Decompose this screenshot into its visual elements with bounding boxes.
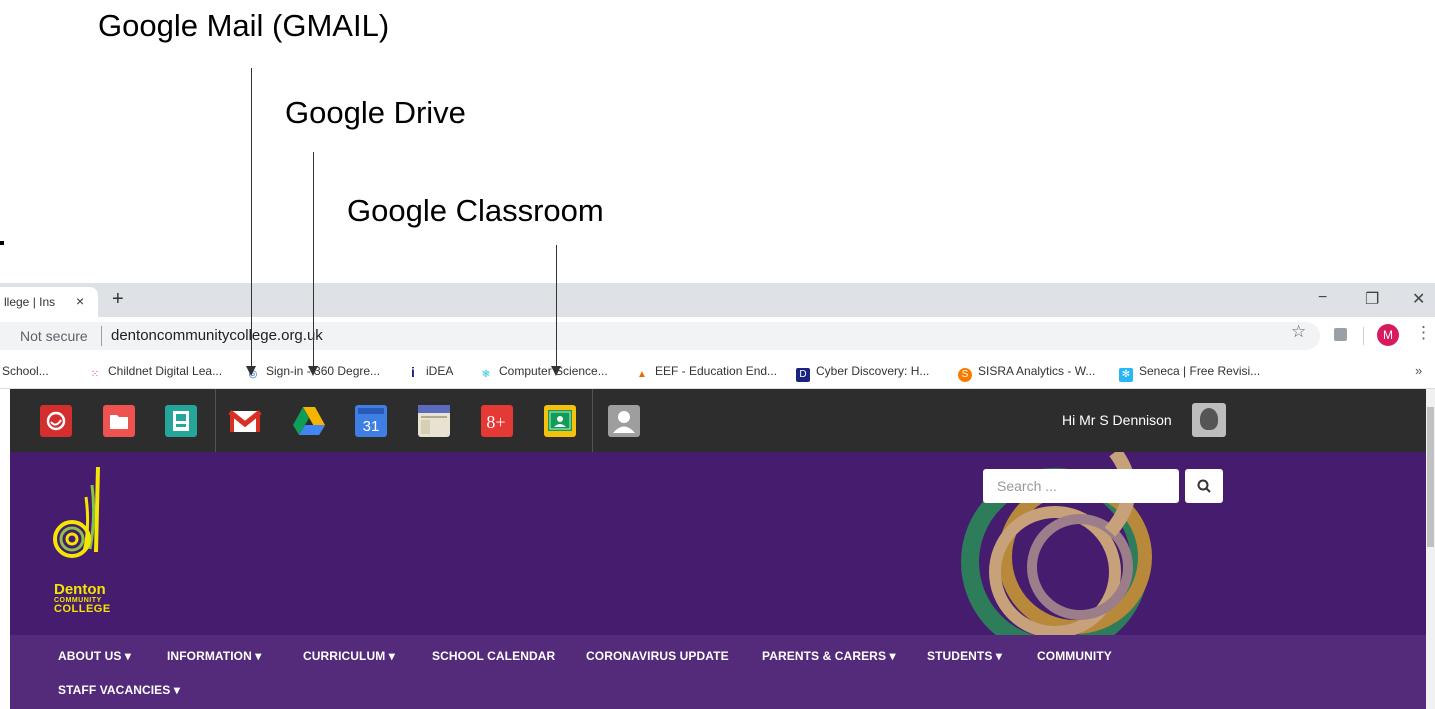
- main-navigation: ABOUT US ▾ INFORMATION ▾ CURRICULUM ▾ SC…: [10, 635, 1426, 709]
- folder-icon[interactable]: [103, 405, 135, 437]
- gmail-arrow-line: [251, 68, 252, 366]
- bookmark-label: Seneca | Free Revisi...: [1139, 364, 1261, 378]
- user-avatar[interactable]: [1192, 403, 1226, 437]
- close-window-button[interactable]: ✕: [1412, 289, 1425, 309]
- website-viewport: 31 8+ Hi Mr S Dennison Search ... Denton…: [0, 389, 1435, 709]
- annotation-gmail-label: Google Mail (GMAIL): [98, 8, 390, 43]
- page-scrollbar[interactable]: [1426, 389, 1435, 709]
- user-greeting: Hi Mr S Dennison: [1062, 412, 1172, 428]
- hero-banner: Search ... Denton COMMUNITY COLLEGE: [10, 452, 1426, 635]
- scrollbar-thumb[interactable]: [1427, 407, 1434, 547]
- nav-students[interactable]: STUDENTS ▾: [927, 649, 1002, 663]
- bookmark-label: SISRA Analytics - W...: [978, 364, 1096, 378]
- bookmarks-overflow-button[interactable]: »: [1415, 363, 1422, 378]
- svg-text:31: 31: [363, 418, 380, 435]
- classroom-icon[interactable]: [544, 405, 576, 437]
- brain-icon: ❃: [481, 369, 491, 380]
- sites-icon[interactable]: [165, 405, 197, 437]
- user-icon[interactable]: [608, 405, 640, 437]
- menu-kebab-icon[interactable]: ⋮: [1415, 323, 1432, 343]
- nav-curriculum[interactable]: CURRICULUM ▾: [303, 649, 395, 663]
- apps-divider: [215, 389, 216, 452]
- nav-staff-vacancies[interactable]: STAFF VACANCIES ▾: [58, 683, 180, 697]
- snowflake-icon: ✻: [1119, 368, 1133, 382]
- bookmark-cyber-discovery[interactable]: D Cyber Discovery: H...: [796, 364, 929, 382]
- nav-school-calendar[interactable]: SCHOOL CALENDAR: [432, 649, 555, 663]
- d-icon: D: [796, 368, 810, 382]
- bookmark-label: EEF - Education End...: [655, 364, 778, 378]
- browser-tab-strip: llege | Ins × + − ❐ ✕: [0, 283, 1435, 317]
- nav-coronavirus-update[interactable]: CORONAVIRUS UPDATE: [586, 649, 729, 663]
- bookmark-seneca[interactable]: ✻ Seneca | Free Revisi...: [1119, 364, 1260, 382]
- annotation-drive-label: Google Drive: [285, 95, 466, 130]
- stray-dot: [0, 241, 4, 245]
- classroom-arrow-line: [556, 245, 557, 366]
- address-bar[interactable]: Not secure dentoncommunitycollege.org.uk: [0, 322, 1320, 350]
- browser-toolbar: Not secure dentoncommunitycollege.org.uk…: [0, 317, 1435, 355]
- search-icon: [1197, 479, 1211, 493]
- minimize-button[interactable]: −: [1318, 289, 1327, 307]
- bookmark-label: iDEA: [426, 364, 454, 378]
- grid-icon: ⁙: [90, 369, 100, 380]
- profile-avatar[interactable]: M: [1377, 324, 1399, 346]
- tab-title: llege | Ins: [4, 295, 56, 309]
- calendar-icon[interactable]: 31: [355, 405, 387, 437]
- triangle-icon: ▲: [637, 369, 647, 380]
- new-tab-button[interactable]: +: [112, 288, 124, 311]
- s-icon: S: [958, 368, 972, 382]
- info-icon: i: [411, 364, 415, 380]
- bookmark-label: Childnet Digital Lea...: [108, 364, 223, 378]
- drive-icon[interactable]: [291, 405, 325, 437]
- search-placeholder: Search ...: [997, 478, 1057, 494]
- logo-line-college: COLLEGE: [54, 603, 111, 615]
- google-plus-icon[interactable]: 8+: [481, 405, 513, 437]
- bookmark-sisra[interactable]: S SISRA Analytics - W...: [958, 364, 1095, 382]
- google-apps-bar: 31 8+ Hi Mr S Dennison: [10, 389, 1426, 452]
- college-logo-text: Denton COMMUNITY COLLEGE: [54, 582, 111, 615]
- bookmark-eef[interactable]: ▲ EEF - Education End...: [635, 364, 777, 382]
- nav-information[interactable]: INFORMATION ▾: [167, 649, 261, 663]
- drive-arrow-line: [313, 152, 314, 366]
- nav-parents-carers[interactable]: PARENTS & CARERS ▾: [762, 649, 896, 663]
- nav-about-us[interactable]: ABOUT US ▾: [58, 649, 131, 663]
- bookmarks-bar: School... ⁙ Childnet Digital Lea... ◎ Sign…: [0, 355, 1435, 389]
- bookmark-label: School...: [2, 364, 49, 378]
- bookmark-childnet[interactable]: ⁙ Childnet Digital Lea...: [88, 364, 222, 382]
- tab-close-icon[interactable]: ×: [76, 293, 84, 309]
- bookmark-school[interactable]: School...: [2, 364, 49, 378]
- logo-line-denton: Denton: [54, 581, 106, 598]
- bookmark-star-icon[interactable]: ☆: [1291, 322, 1306, 342]
- security-indicator[interactable]: Not secure: [20, 328, 88, 344]
- address-separator: [101, 326, 102, 346]
- bookmark-label: Sign-in - 360 Degre...: [266, 364, 381, 378]
- drive-arrow-head: [308, 366, 318, 376]
- svg-text:8+: 8+: [486, 412, 505, 432]
- toolbar-separator: [1363, 327, 1364, 345]
- nav-community[interactable]: COMMUNITY: [1037, 649, 1112, 663]
- annotation-classroom-label: Google Classroom: [347, 193, 604, 228]
- apps-divider: [592, 389, 593, 452]
- extension-icon[interactable]: [1334, 328, 1347, 341]
- url-text[interactable]: dentoncommunitycollege.org.uk: [111, 327, 323, 344]
- search-input[interactable]: Search ...: [983, 469, 1179, 503]
- browser-tab[interactable]: llege | Ins ×: [0, 287, 98, 317]
- gmail-icon[interactable]: [228, 405, 262, 437]
- restore-button[interactable]: ❐: [1365, 289, 1379, 309]
- bookmark-idea[interactable]: i iDEA: [406, 364, 453, 379]
- browser-window-icon[interactable]: [418, 405, 450, 437]
- gmail-arrow-head: [246, 366, 256, 376]
- college-logo-icon: [53, 466, 100, 558]
- classroom-arrow-head: [551, 366, 561, 376]
- bookmark-label: Cyber Discovery: H...: [816, 364, 930, 378]
- bookmark-computer-science[interactable]: ❃ Computer Science...: [479, 364, 608, 382]
- search-button[interactable]: [1185, 469, 1223, 503]
- app-swirl-icon[interactable]: [40, 405, 72, 437]
